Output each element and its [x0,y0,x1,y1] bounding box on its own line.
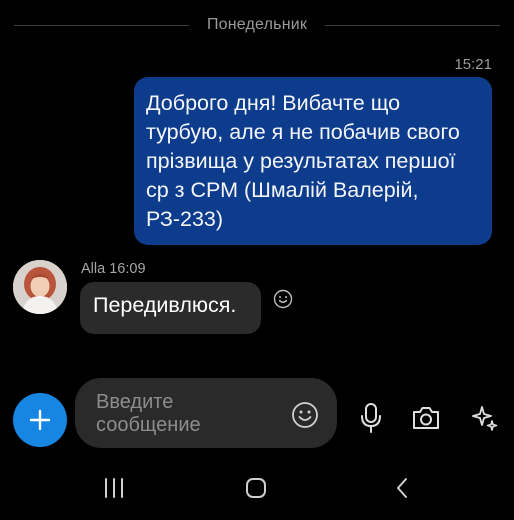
home-icon [246,478,266,498]
separator-line-left [14,24,189,26]
outgoing-message-line: РЗ-233) [146,207,224,231]
plus-icon [29,409,51,431]
avatar[interactable] [13,260,67,314]
recent-apps-button[interactable] [92,470,136,506]
sender-name: Alla [81,261,106,277]
outgoing-message-line: ср з СРМ (Шмалій Валерій, [146,178,419,202]
outgoing-message-line: прізвища у результатах першої [146,149,456,173]
back-icon [397,478,407,498]
system-navigation-bar [0,470,514,510]
add-attachment-button[interactable] [13,393,67,447]
microphone-button[interactable] [357,402,385,434]
sparkles-icon [472,406,498,431]
incoming-message-time: 16:09 [109,261,146,277]
emoji-icon[interactable] [291,401,319,429]
sender-meta: Alla 16:09 [81,261,146,277]
avatar-image [13,260,67,314]
incoming-message-bubble[interactable]: Передивлюся. [80,282,261,334]
camera-button[interactable] [410,403,442,433]
message-input-placeholder: Введите сообщение [96,391,201,436]
outgoing-message-line: турбую, але я не побачив свого [146,120,460,144]
camera-icon [413,407,439,429]
day-separator: Понедельник [0,8,514,42]
home-button[interactable] [234,470,278,506]
day-separator-label: Понедельник [206,16,308,33]
message-input[interactable]: Введите сообщение [75,378,337,448]
outgoing-message-time: 15:21 [454,56,492,73]
emoji-icon[interactable] [272,288,294,310]
back-button[interactable] [380,470,424,506]
ai-assistant-button[interactable] [469,402,501,434]
recent-apps-icon [105,478,123,498]
incoming-message-text: Передивлюся. [93,293,237,317]
microphone-icon [361,403,381,433]
outgoing-message-line: Доброго дня! Вибачте що [146,91,401,115]
outgoing-message-bubble[interactable]: Доброго дня! Вибачте що турбую, але я не… [134,77,492,245]
separator-line-right [325,24,501,26]
